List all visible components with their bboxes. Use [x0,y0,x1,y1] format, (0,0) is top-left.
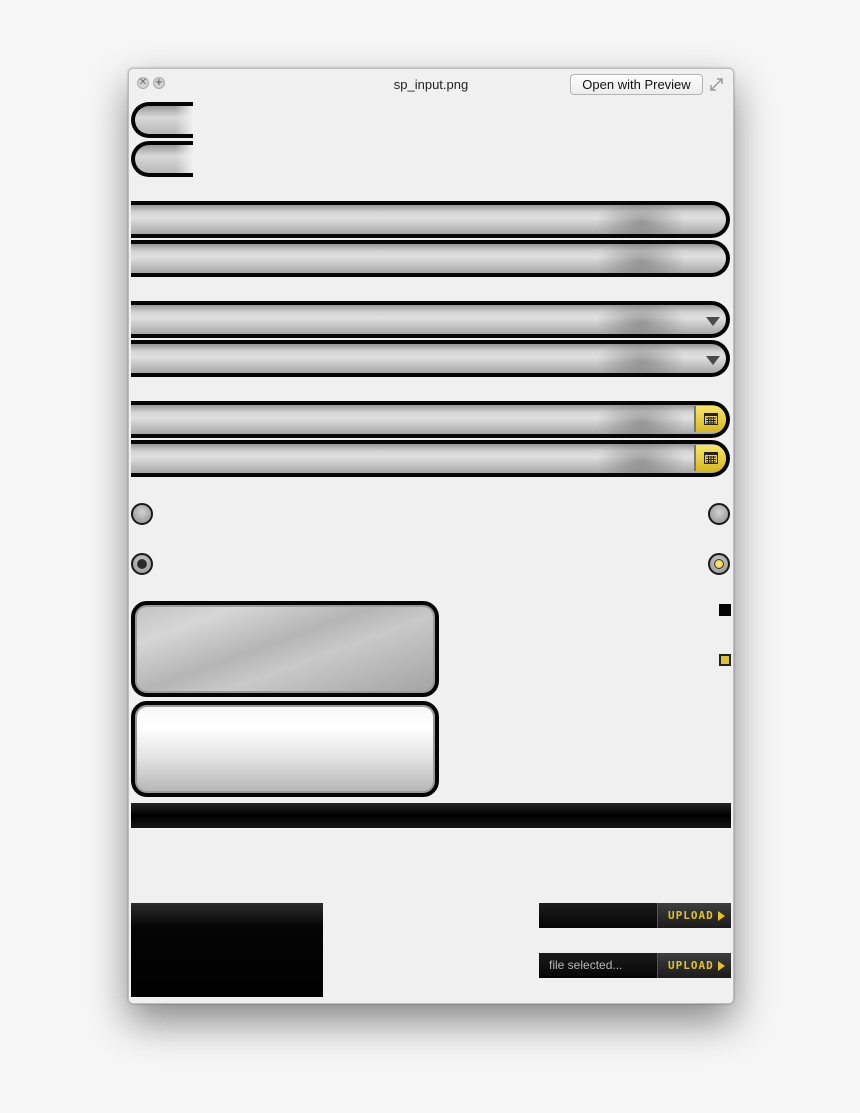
upload-button[interactable]: UPLOAD [657,953,731,978]
select-input-focus[interactable] [131,340,730,377]
large-button-hover[interactable] [131,701,439,797]
upload-button-label: UPLOAD [668,959,714,972]
file-name-text: file selected... [549,958,623,972]
expand-icon[interactable] [709,77,724,92]
select-input-normal[interactable] [131,301,730,338]
large-button-normal[interactable] [131,601,439,697]
short-text-input-focus[interactable] [131,141,193,177]
play-triangle-icon [718,911,725,921]
black-bar [131,803,731,828]
radio-dot [714,559,724,569]
upload-button-label: UPLOAD [668,909,714,922]
radio-checked-right[interactable] [708,553,730,575]
play-triangle-icon [718,961,725,971]
upload-button[interactable]: UPLOAD [657,903,731,928]
radio-unchecked-left[interactable] [131,503,153,525]
radio-checked-left[interactable] [131,553,153,575]
title-bar: ✕ + sp_input.png Open with Preview [129,69,733,99]
chevron-down-icon [706,356,720,365]
short-text-input-normal[interactable] [131,102,193,138]
preview-window: ✕ + sp_input.png Open with Preview UPLOA… [128,68,734,1004]
checkbox-unchecked[interactable] [719,604,731,616]
chevron-down-icon [706,317,720,326]
file-upload-selected[interactable]: file selected... UPLOAD [539,953,731,978]
radio-unchecked-right[interactable] [708,503,730,525]
checkbox-checked[interactable] [719,654,731,666]
open-with-preview-button[interactable]: Open with Preview [570,74,703,95]
text-input-normal[interactable] [131,201,730,238]
text-input-focus[interactable] [131,240,730,277]
calendar-button[interactable] [694,445,726,471]
file-upload-empty[interactable]: UPLOAD [539,903,731,928]
date-input-normal[interactable] [131,401,730,438]
radio-dot [137,559,147,569]
calendar-icon [704,452,718,464]
black-textarea[interactable] [131,903,323,997]
calendar-button[interactable] [694,406,726,432]
date-input-focus[interactable] [131,440,730,477]
calendar-icon [704,413,718,425]
